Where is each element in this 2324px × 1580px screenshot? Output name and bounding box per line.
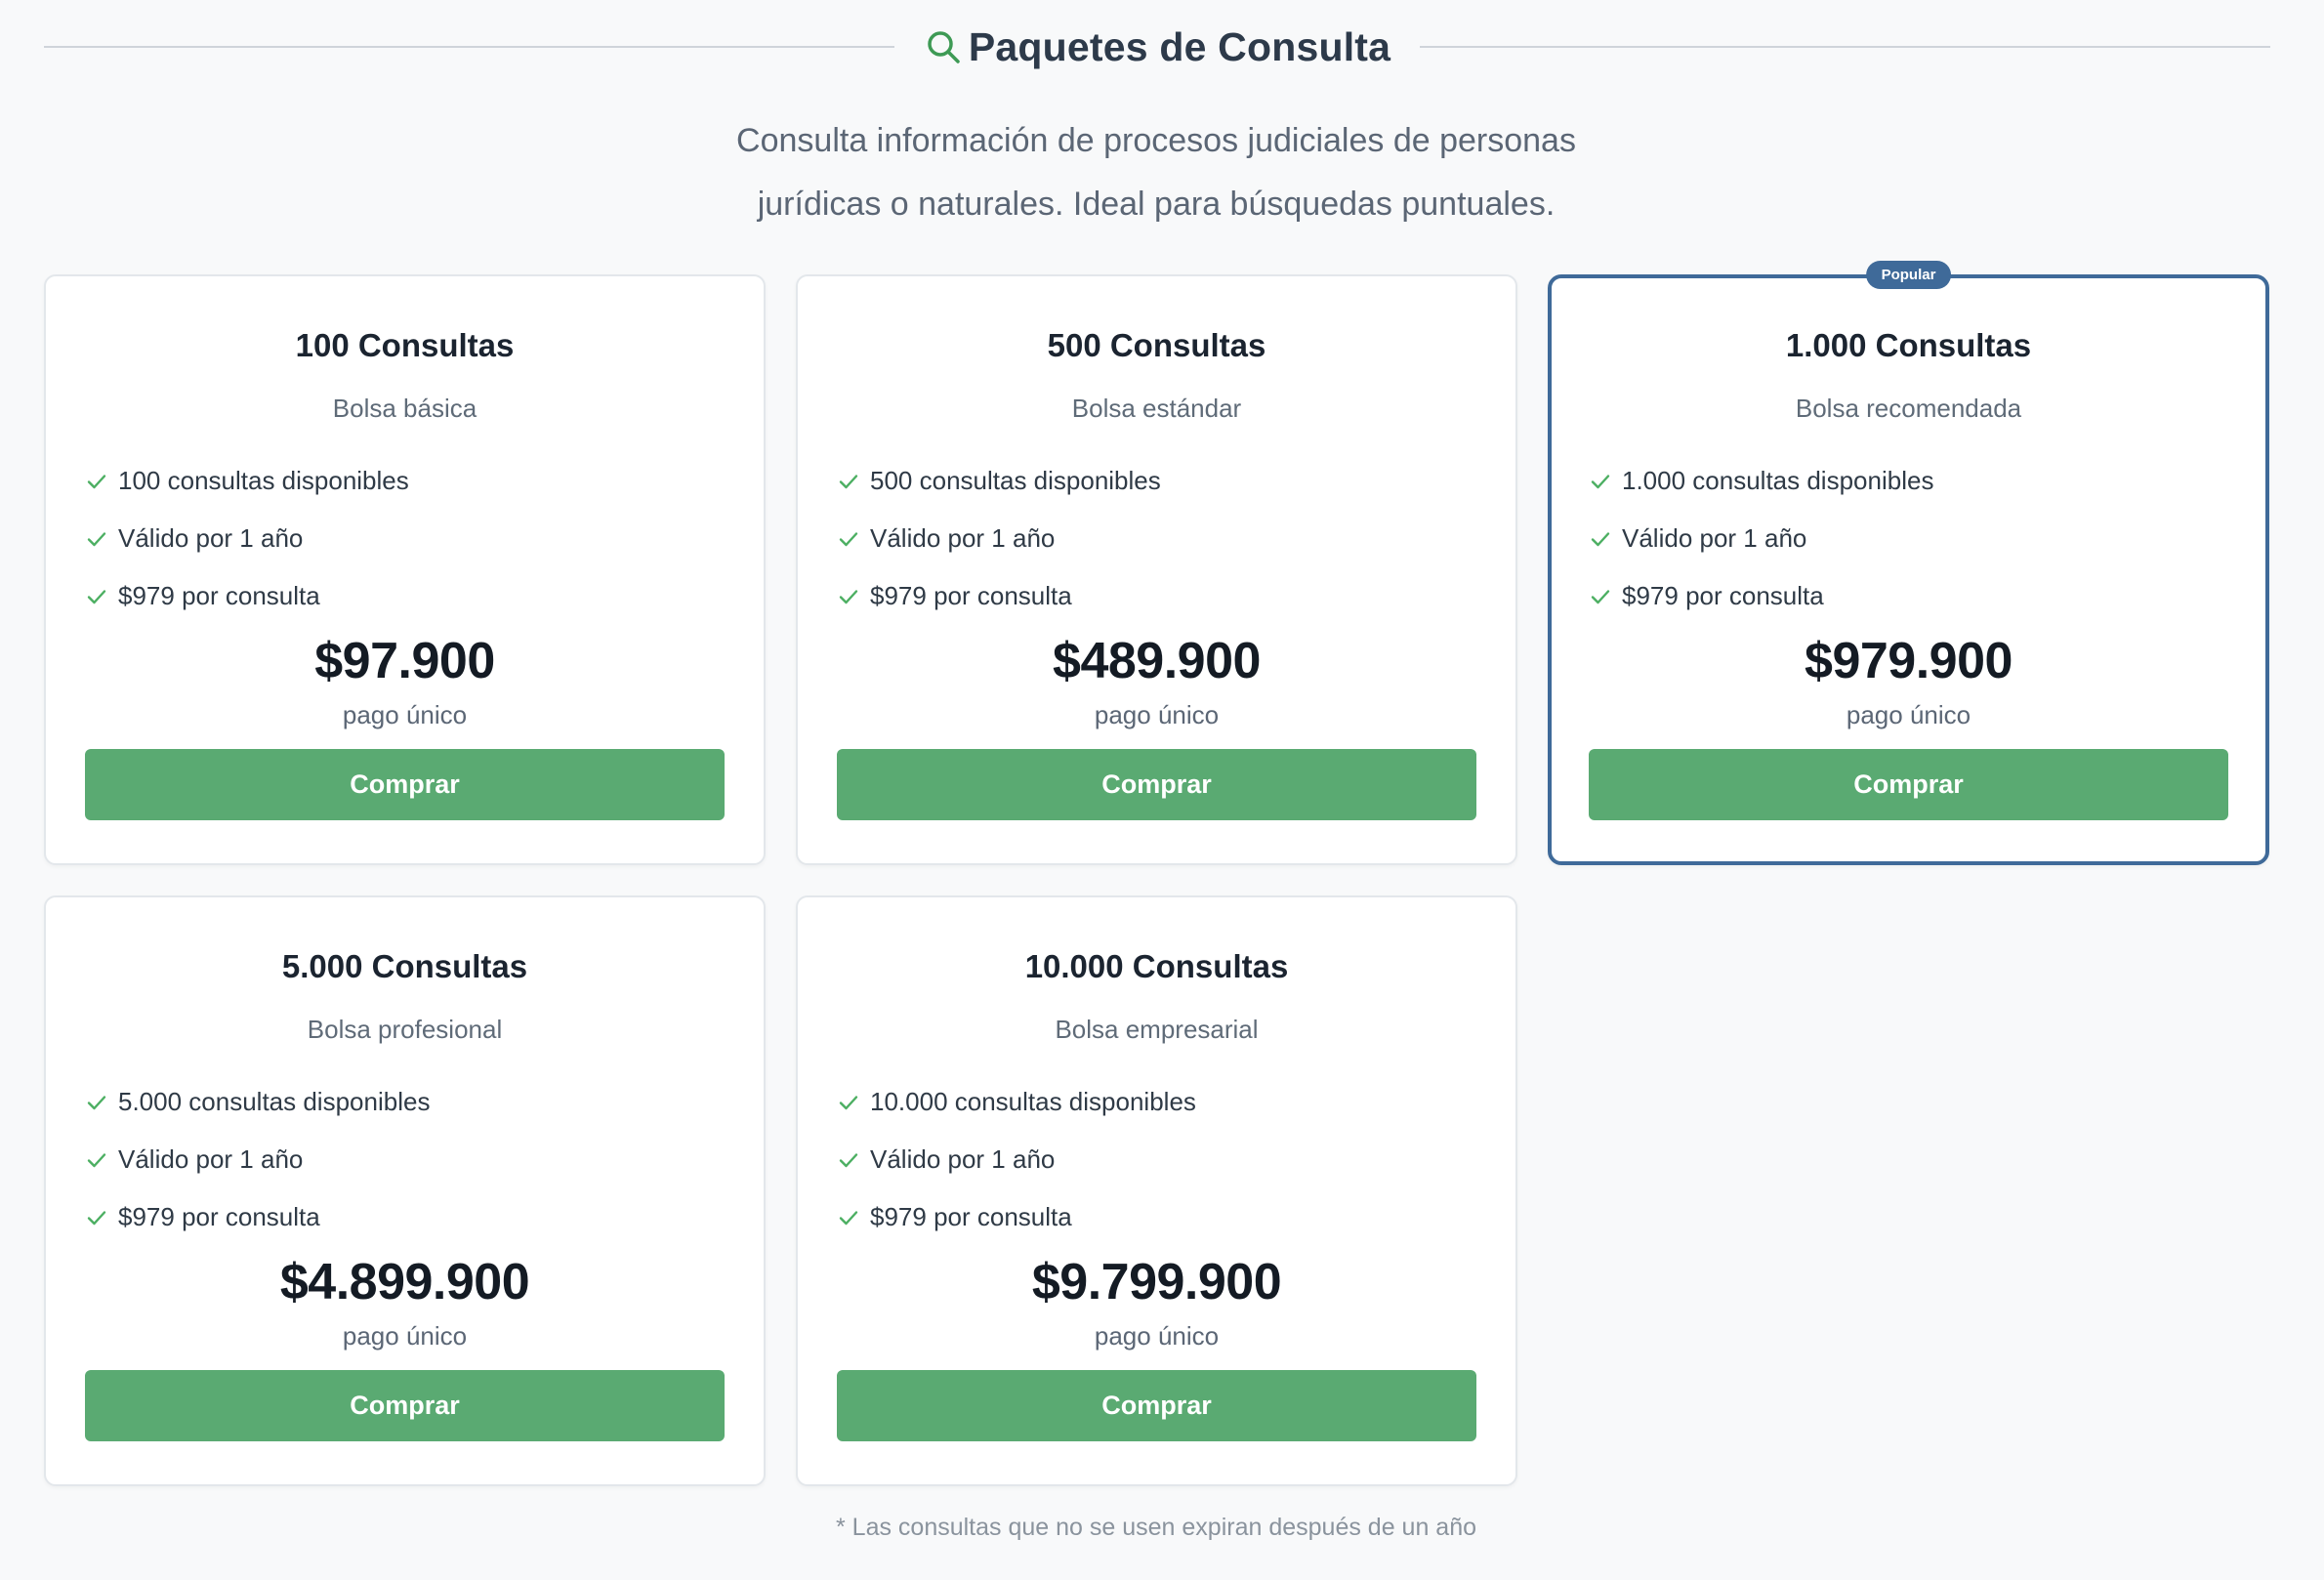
- check-icon: [87, 531, 106, 546]
- check-icon: [87, 474, 106, 488]
- feature-label: $979 por consulta: [118, 1202, 320, 1231]
- intro-text: Consulta información de procesos judicia…: [0, 109, 2312, 236]
- package-card-100: 100 Consultas Bolsa básica 100 consultas…: [44, 274, 766, 865]
- check-icon: [87, 589, 106, 603]
- price-note: pago único: [342, 700, 468, 729]
- feature-label: Válido por 1 año: [118, 1144, 304, 1174]
- intro-line-1: Consulta información de procesos judicia…: [736, 122, 1576, 159]
- popular-badge: Popular: [1865, 261, 1952, 289]
- card-title: 5.000 Consultas: [281, 948, 528, 984]
- feature-item: Válido por 1 año: [837, 1131, 1196, 1188]
- header-divider-right: [1420, 46, 2271, 48]
- check-icon: [839, 1095, 858, 1109]
- package-card-1000: Popular 1.000 Consultas Bolsa recomendad…: [1548, 261, 2269, 865]
- buy-button[interactable]: Comprar: [837, 1370, 1476, 1441]
- price: $4.899.900: [279, 1254, 530, 1310]
- header-divider-left: [44, 46, 894, 48]
- feature-label: Válido por 1 año: [118, 523, 304, 553]
- pricing-page: Paquetes de Consulta Consulta informació…: [0, 0, 2324, 1580]
- check-icon: [87, 1210, 106, 1225]
- package-card-10000: 10.000 Consultas Bolsa empresarial 10.00…: [796, 895, 1517, 1486]
- check-icon: [87, 1152, 106, 1167]
- feature-label: 500 consultas disponibles: [870, 466, 1161, 495]
- buy-button[interactable]: Comprar: [85, 1370, 725, 1441]
- feature-item: Válido por 1 año: [837, 510, 1161, 567]
- feature-label: $979 por consulta: [870, 581, 1072, 610]
- check-icon: [839, 1152, 858, 1167]
- feature-list: 10.000 consultas disponibles Válido por …: [837, 1073, 1196, 1246]
- price-note: pago único: [342, 1321, 468, 1351]
- feature-item: Válido por 1 año: [85, 1131, 430, 1188]
- card-subtitle: Bolsa empresarial: [1055, 1015, 1259, 1044]
- intro-line-2: jurídicas o naturales. Ideal para búsque…: [757, 186, 1556, 223]
- price: $9.799.900: [1031, 1254, 1282, 1310]
- feature-item: 100 consultas disponibles: [85, 452, 409, 510]
- price: $979.900: [1805, 633, 2013, 689]
- package-card-500: 500 Consultas Bolsa estándar 500 consult…: [796, 274, 1517, 865]
- feature-item: 5.000 consultas disponibles: [85, 1073, 430, 1131]
- check-icon: [87, 1095, 106, 1109]
- feature-label: 10.000 consultas disponibles: [870, 1087, 1196, 1116]
- feature-item: Válido por 1 año: [85, 510, 409, 567]
- feature-label: Válido por 1 año: [870, 1144, 1056, 1174]
- feature-list: 100 consultas disponibles Válido por 1 a…: [85, 452, 409, 625]
- buy-button[interactable]: Comprar: [85, 749, 725, 820]
- card-title: 10.000 Consultas: [1024, 948, 1289, 984]
- price-note: pago único: [1094, 1321, 1220, 1351]
- package-card-5000: 5.000 Consultas Bolsa profesional 5.000 …: [44, 895, 766, 1486]
- price-note: pago único: [1846, 700, 1971, 729]
- check-icon: [839, 589, 858, 603]
- feature-item: $979 por consulta: [85, 1188, 430, 1246]
- card-title: 500 Consultas: [1047, 327, 1266, 363]
- price-note: pago único: [1094, 700, 1220, 729]
- check-icon: [839, 474, 858, 488]
- check-icon: [839, 531, 858, 546]
- feature-item: 500 consultas disponibles: [837, 452, 1161, 510]
- check-icon: [1591, 589, 1610, 603]
- feature-item: $979 por consulta: [837, 1188, 1196, 1246]
- check-icon: [839, 1210, 858, 1225]
- feature-item: $979 por consulta: [1589, 567, 1933, 625]
- feature-item: 1.000 consultas disponibles: [1589, 452, 1933, 510]
- check-icon: [1591, 474, 1610, 488]
- feature-label: $979 por consulta: [1622, 581, 1824, 610]
- search-icon: [928, 31, 960, 63]
- price: $97.900: [314, 633, 495, 689]
- feature-label: 5.000 consultas disponibles: [118, 1087, 431, 1116]
- card-subtitle: Bolsa recomendada: [1795, 394, 2022, 423]
- header-title-group: Paquetes de Consulta: [894, 24, 1420, 70]
- feature-list: 5.000 consultas disponibles Válido por 1…: [85, 1073, 430, 1246]
- feature-list: 500 consultas disponibles Válido por 1 a…: [837, 452, 1161, 625]
- feature-label: 100 consultas disponibles: [118, 466, 409, 495]
- buy-button[interactable]: Comprar: [837, 749, 1476, 820]
- feature-item: $979 por consulta: [85, 567, 409, 625]
- feature-label: $979 por consulta: [118, 581, 320, 610]
- feature-label: Válido por 1 año: [1622, 523, 1807, 553]
- section-header: Paquetes de Consulta: [44, 16, 2271, 78]
- card-title: 100 Consultas: [295, 327, 515, 363]
- feature-label: Válido por 1 año: [870, 523, 1056, 553]
- expiry-footnote: * Las consultas que no se usen expiran d…: [835, 1514, 1477, 1541]
- feature-item: Válido por 1 año: [1589, 510, 1933, 567]
- buy-button[interactable]: Comprar: [1589, 749, 2228, 820]
- feature-item: 10.000 consultas disponibles: [837, 1073, 1196, 1131]
- card-subtitle: Bolsa básica: [332, 394, 477, 423]
- page-title: Paquetes de Consulta: [968, 23, 1391, 69]
- feature-label: $979 por consulta: [870, 1202, 1072, 1231]
- card-subtitle: Bolsa profesional: [307, 1015, 503, 1044]
- feature-label: 1.000 consultas disponibles: [1622, 466, 1934, 495]
- feature-list: 1.000 consultas disponibles Válido por 1…: [1589, 452, 1933, 625]
- card-title: 1.000 Consultas: [1785, 327, 2032, 363]
- card-subtitle: Bolsa estándar: [1071, 394, 1242, 423]
- price: $489.900: [1053, 633, 1261, 689]
- check-icon: [1591, 531, 1610, 546]
- feature-item: $979 por consulta: [837, 567, 1161, 625]
